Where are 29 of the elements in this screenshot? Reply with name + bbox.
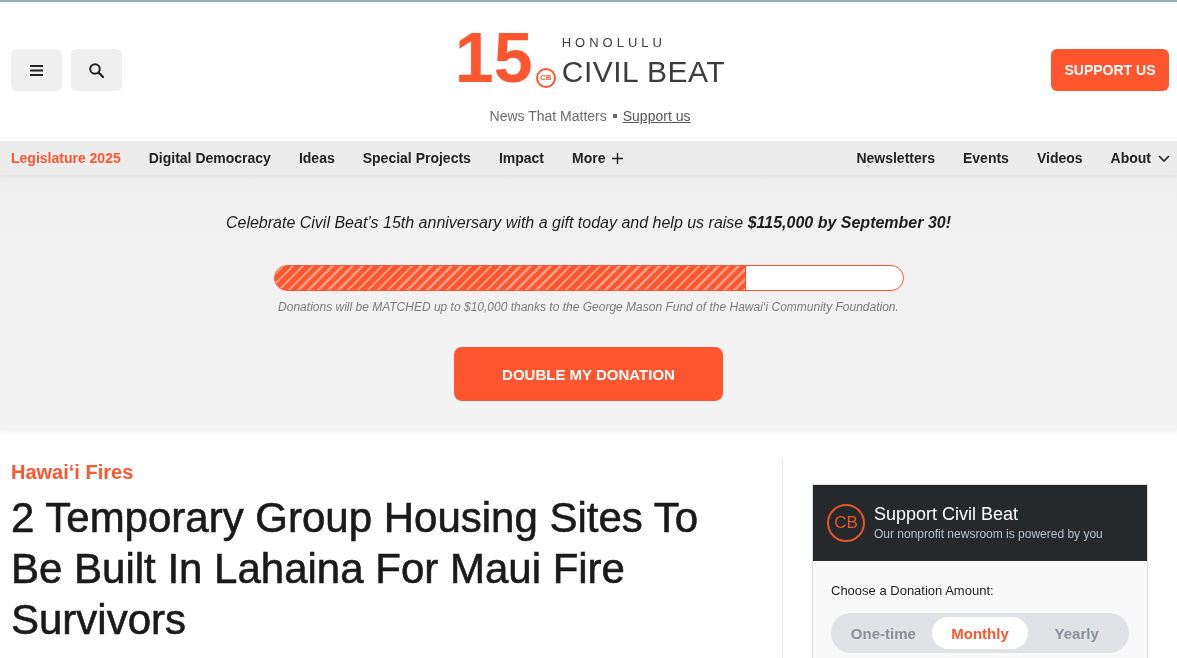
search-icon — [89, 62, 104, 78]
nav-link[interactable]: Newsletters — [856, 150, 935, 166]
widget-title: Support Civil Beat — [874, 504, 1020, 524]
cb-logo: CB — [827, 504, 865, 542]
nav-link[interactable]: Ideas — [298, 150, 335, 166]
match-note: Donations will be MATCHED up to $10,000 thanks to the George Mason Fund of the Hawai‘i Community Foundation. — [278, 299, 899, 315]
logo-city: HONOLULU — [561, 35, 667, 50]
menu-icon — [30, 64, 43, 76]
nav-link[interactable]: Events — [963, 150, 1009, 166]
widget-subtitle: Our nonprofit newsroom is powered by you — [874, 527, 1103, 542]
logo-number: 15 — [454, 26, 533, 90]
bullet-icon — [612, 114, 617, 118]
nav-link[interactable]: About — [1110, 150, 1170, 166]
plus-icon — [612, 152, 624, 164]
logo-badge: CB — [535, 68, 556, 88]
nav-link[interactable]: Digital Democracy — [148, 150, 271, 166]
support-link[interactable]: Support us — [622, 108, 691, 124]
nav-link[interactable]: Impact — [498, 150, 544, 166]
chevron-down-icon — [1158, 154, 1170, 162]
tagline: News That Matters — [489, 108, 607, 124]
nav-link[interactable]: Special Projects — [362, 150, 471, 166]
campaign-message: Celebrate Civil Beat’s 15th anniversary with a gift today and help us raise $115,000 by September 30! — [225, 213, 952, 233]
logo-wordmark: CIVIL BEAT — [561, 57, 726, 87]
nav-link[interactable]: Videos — [1036, 150, 1083, 166]
menu-button[interactable] — [11, 49, 62, 91]
search-button[interactable] — [71, 49, 122, 91]
article-headline: 2 Temporary Group Housing Sites To Be Built In Lahaina For Maui Fire Survivors — [11, 493, 700, 645]
donation-prompt: Choose a Donation Amount: — [831, 583, 994, 598]
nav-link[interactable]: More — [572, 150, 624, 166]
